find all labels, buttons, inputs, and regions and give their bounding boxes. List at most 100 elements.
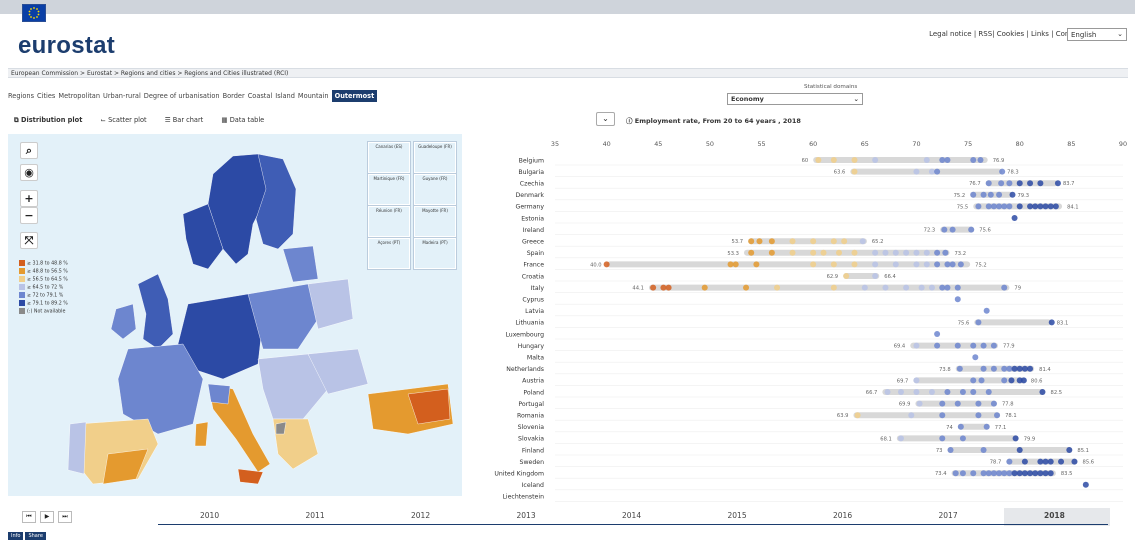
data-point[interactable] <box>944 284 951 291</box>
data-point[interactable] <box>959 470 966 477</box>
data-point[interactable] <box>990 365 997 372</box>
data-point[interactable] <box>1047 470 1054 477</box>
data-point[interactable] <box>841 238 848 245</box>
data-point[interactable] <box>934 261 941 268</box>
data-point[interactable] <box>990 470 997 477</box>
timeline-year[interactable]: 2010 <box>200 511 219 520</box>
data-point[interactable] <box>789 249 796 256</box>
data-point[interactable] <box>1021 470 1028 477</box>
data-point[interactable] <box>977 157 984 163</box>
data-point[interactable] <box>908 412 915 419</box>
data-point[interactable] <box>942 249 949 256</box>
data-point[interactable] <box>1042 458 1049 465</box>
data-point[interactable] <box>975 203 982 210</box>
data-point[interactable] <box>952 470 959 477</box>
data-point[interactable] <box>756 238 763 245</box>
data-point[interactable] <box>985 389 992 395</box>
data-point[interactable] <box>1047 458 1054 465</box>
data-point[interactable] <box>949 261 956 268</box>
data-point[interactable] <box>939 284 946 291</box>
data-point[interactable] <box>789 238 796 245</box>
data-point[interactable] <box>994 412 1001 419</box>
legend-item[interactable]: ≥ 56.5 to 64.5 % <box>19 276 68 284</box>
timeline-track[interactable] <box>158 524 1108 525</box>
data-point[interactable] <box>872 273 879 279</box>
data-point[interactable] <box>897 389 904 395</box>
tab-degree-of-urbanisation[interactable]: Degree of urbanisation <box>144 92 220 100</box>
data-point[interactable] <box>1027 203 1034 210</box>
data-point[interactable] <box>1006 470 1013 477</box>
data-point[interactable] <box>939 435 946 442</box>
data-point[interactable] <box>665 284 672 291</box>
data-point[interactable] <box>996 470 1003 477</box>
data-point[interactable] <box>980 447 987 453</box>
header-links[interactable]: Legal notice | RSS| Cookies | Links | Co… <box>929 30 1083 38</box>
data-point[interactable] <box>978 377 985 384</box>
search-icon[interactable]: ⌕ <box>20 142 38 159</box>
data-point[interactable] <box>1001 470 1008 477</box>
data-point[interactable] <box>956 365 963 372</box>
data-point[interactable] <box>1006 180 1013 187</box>
data-point[interactable] <box>859 238 866 245</box>
data-point[interactable] <box>947 447 954 453</box>
data-point[interactable] <box>851 249 858 256</box>
legend-item[interactable]: ≥ 48.8 to 56.5 % <box>19 268 68 276</box>
data-point[interactable] <box>934 342 941 349</box>
data-point[interactable] <box>1012 435 1019 442</box>
data-point[interactable] <box>975 319 982 326</box>
data-point[interactable] <box>1011 365 1018 372</box>
data-point[interactable] <box>939 400 946 407</box>
data-point[interactable] <box>1039 389 1046 395</box>
data-point[interactable] <box>968 226 975 233</box>
data-point[interactable] <box>1037 180 1044 187</box>
data-point[interactable] <box>830 284 837 291</box>
data-point[interactable] <box>830 261 837 268</box>
data-point[interactable] <box>872 157 879 163</box>
data-point[interactable] <box>954 284 961 291</box>
timeline-year[interactable]: 2012 <box>411 511 430 520</box>
legend-item[interactable]: ≥ 79.1 to 89.2 % <box>19 300 68 308</box>
data-point[interactable] <box>996 203 1003 210</box>
data-point[interactable] <box>1027 180 1034 187</box>
data-point[interactable] <box>913 249 920 256</box>
data-point[interactable] <box>959 435 966 442</box>
language-select[interactable]: English ⌄ <box>1067 28 1127 41</box>
data-point[interactable] <box>1009 191 1016 198</box>
tab-distribution-plot[interactable]: ⧉ Distribution plot <box>14 116 90 124</box>
tab-coastal[interactable]: Coastal <box>248 92 273 100</box>
data-point[interactable] <box>949 226 956 233</box>
inset-map[interactable]: Canarias (ES) <box>367 141 411 174</box>
data-point[interactable] <box>990 203 997 210</box>
data-point[interactable] <box>1071 458 1078 465</box>
data-point[interactable] <box>913 377 920 384</box>
data-point[interactable] <box>975 412 982 419</box>
data-point[interactable] <box>1052 203 1059 210</box>
data-point[interactable] <box>903 284 910 291</box>
data-point[interactable] <box>882 284 889 291</box>
data-point[interactable] <box>861 284 868 291</box>
data-point[interactable] <box>892 261 899 268</box>
data-point[interactable] <box>1066 447 1073 453</box>
data-point[interactable] <box>830 238 837 245</box>
data-point[interactable] <box>987 191 994 198</box>
data-point[interactable] <box>836 249 842 256</box>
data-point[interactable] <box>1047 203 1054 210</box>
tab-data-table[interactable]: ▦ Data table <box>221 116 272 124</box>
data-point[interactable] <box>897 435 904 442</box>
data-point[interactable] <box>1037 458 1044 465</box>
timeline-year[interactable]: 2016 <box>833 511 852 520</box>
data-point[interactable] <box>603 261 610 268</box>
data-point[interactable] <box>954 400 961 407</box>
inset-map[interactable]: Martinique (FR) <box>367 173 411 206</box>
data-point[interactable] <box>1016 470 1023 477</box>
timeline-year[interactable]: 2015 <box>728 511 747 520</box>
timeline-year[interactable]: 2014 <box>622 511 641 520</box>
data-point[interactable] <box>815 157 822 163</box>
data-point[interactable] <box>913 389 920 395</box>
data-point[interactable] <box>732 261 739 268</box>
data-point[interactable] <box>970 342 977 349</box>
data-point[interactable] <box>934 168 941 175</box>
data-point[interactable] <box>954 342 961 349</box>
data-point[interactable] <box>1001 284 1008 291</box>
data-point[interactable] <box>999 168 1006 175</box>
